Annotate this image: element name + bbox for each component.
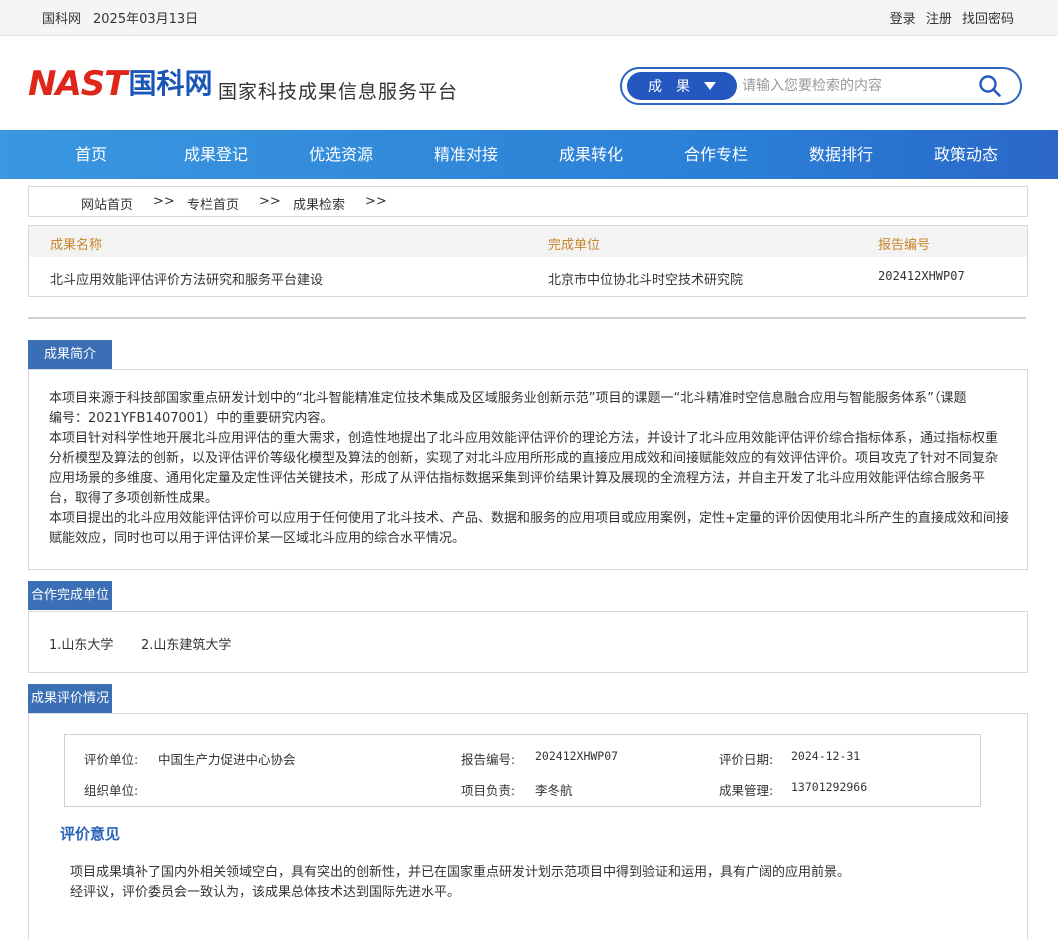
coop-unit: 2.山东建筑大学 [141, 638, 232, 653]
section-tab-evaluation: 成果评价情况 [28, 684, 112, 713]
breadcrumb-separator: >> [153, 194, 175, 209]
account-links: 登录 注册 找回密码 [884, 8, 1014, 27]
divider [28, 317, 1026, 319]
intro-line: 台，取得了多项创新性成果。 [49, 491, 219, 506]
intro-line: 本项目针对科学性地开展北斗应用评估的重大需求，创造性地提出了北斗应用效能评估评价… [49, 431, 999, 446]
register-link[interactable]: 注册 [926, 12, 952, 27]
manager-label: 成果管理: [719, 783, 774, 798]
main-nav: 首页 成果登记 优选资源 精准对接 成果转化 合作专栏 数据排行 政策动态 [0, 130, 1058, 179]
nav-home[interactable]: 首页 [30, 130, 152, 179]
eval-date-value: 2024-12-31 [791, 749, 861, 763]
leader-value: 李冬航 [535, 783, 573, 798]
breadcrumb: 网站首页 >> 专栏首页 >> 成果检索 >> [28, 186, 1028, 217]
breadcrumb-home[interactable]: 网站首页 [81, 194, 133, 213]
nav-cooperation[interactable]: 合作专栏 [655, 130, 777, 179]
cell-unit: 北京市中位协北斗时空技术研究院 [548, 273, 744, 288]
cell-result-name[interactable]: 北斗应用效能评估评价方法研究和服务平台建设 [50, 269, 323, 288]
search-box: 成 果 [620, 67, 1022, 105]
search-category-dropdown[interactable]: 成 果 [627, 72, 737, 100]
table-header: 成果名称 完成单位 报告编号 [29, 226, 1027, 257]
intro-box: 本项目来源于科技部国家重点研发计划中的“北斗智能精准定位技术集成及区域服务业创新… [28, 369, 1028, 570]
search-category-label: 成 果 [648, 79, 690, 95]
nav-result-transfer[interactable]: 成果转化 [530, 130, 652, 179]
manager-value: 13701292966 [791, 780, 868, 794]
top-bar: 国科网 2025年03月13日 登录 注册 找回密码 [0, 0, 1058, 36]
header-result-name: 成果名称 [50, 238, 103, 253]
nav-result-register[interactable]: 成果登记 [155, 130, 277, 179]
report-no-label: 报告编号: [461, 752, 516, 767]
header-report-no: 报告编号 [878, 238, 931, 253]
opinion-line: 经评议，评价委员会一致认为，该成果总体技术达到国际先进水平。 [70, 885, 461, 900]
breadcrumb-separator: >> [259, 194, 281, 209]
recover-password-link[interactable]: 找回密码 [962, 12, 1014, 27]
logo-gkw: 国科网 [128, 67, 213, 100]
intro-line: 本项目来源于科技部国家重点研发计划中的“北斗智能精准定位技术集成及区域服务业创新… [49, 391, 967, 406]
cell-report-no: 202412XHWP07 [878, 269, 965, 283]
intro-line: 本项目提出的北斗应用效能评估评价可以应用于任何使用了北斗技术、产品、数据和服务的… [49, 511, 1009, 526]
intro-line: 应用场景的多维度、通用化定量及定性评估关键技术，形成了从评估指标数据采集到评价结… [49, 471, 986, 486]
eval-unit-value: 中国生产力促进中心协会 [158, 752, 296, 767]
intro-line: 分析模型及算法的创新，以及评估评价等级化模型及算法的创新，实现了对北斗应用所形成… [49, 451, 999, 466]
evaluation-info-grid: 评价单位: 中国生产力促进中心协会 报告编号: 202412XHWP07 评价日… [64, 734, 981, 807]
login-link[interactable]: 登录 [890, 12, 916, 27]
current-date: 2025年03月13日 [93, 12, 199, 27]
coop-unit: 1.山东大学 [49, 638, 114, 653]
eval-unit-label: 评价单位: [84, 752, 139, 767]
intro-line: 编号：2021YFB1407001）中的重要研究内容。 [49, 411, 334, 426]
caret-down-icon [704, 82, 716, 90]
section-tab-coop: 合作完成单位 [28, 581, 112, 610]
header-unit: 完成单位 [548, 238, 601, 253]
search-icon[interactable] [978, 74, 1002, 98]
logo-nast: NAST [28, 64, 127, 104]
coop-box: 1.山东大学 2.山东建筑大学 [28, 611, 1028, 673]
breadcrumb-search[interactable]: 成果检索 [293, 194, 345, 213]
result-table: 成果名称 完成单位 报告编号 北斗应用效能评估评价方法研究和服务平台建设 北京市… [28, 225, 1028, 297]
nav-selected-resources[interactable]: 优选资源 [280, 130, 402, 179]
org-unit-label: 组织单位: [84, 783, 139, 798]
intro-line: 赋能效应，同时也可以用于评估评价某一区域北斗应用的综合水平情况。 [49, 531, 466, 546]
breadcrumb-column[interactable]: 专栏首页 [187, 194, 239, 213]
platform-title: 国家科技成果信息服务平台 [218, 81, 459, 103]
opinion-line: 项目成果填补了国内外相关领域空白，具有突出的创新性，并已在国家重点研发计划示范项… [70, 865, 851, 880]
nav-precise-matching[interactable]: 精准对接 [405, 130, 527, 179]
breadcrumb-separator: >> [365, 194, 387, 209]
opinion-title: 评价意见 [60, 825, 121, 843]
search-input[interactable] [742, 76, 972, 96]
nav-policy-news[interactable]: 政策动态 [905, 130, 1027, 179]
report-no-value: 202412XHWP07 [535, 749, 619, 763]
site-name[interactable]: 国科网 [42, 8, 81, 27]
eval-date-label: 评价日期: [719, 752, 774, 767]
header: NAST 国科网 国家科技成果信息服务平台 成 果 [0, 37, 1058, 130]
section-tab-intro: 成果简介 [28, 340, 112, 369]
site-logo[interactable]: NAST 国科网 [28, 65, 212, 101]
nav-data-ranking[interactable]: 数据排行 [780, 130, 902, 179]
leader-label: 项目负责: [461, 783, 516, 798]
